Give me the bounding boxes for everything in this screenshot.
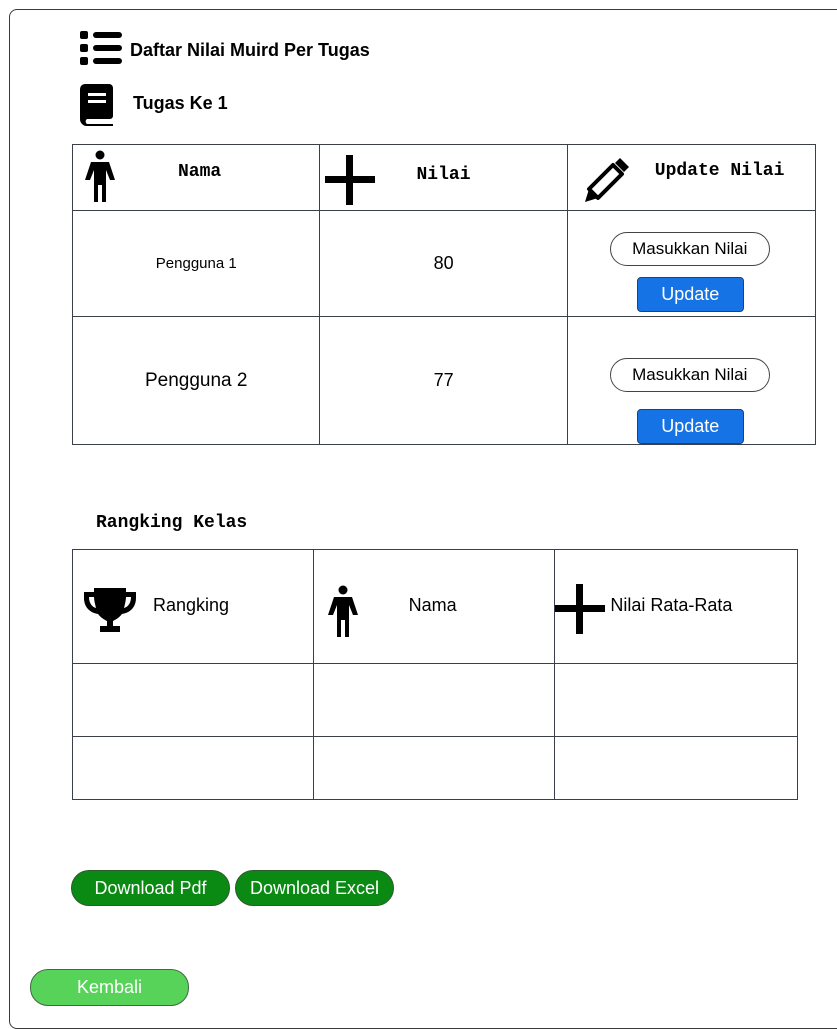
table-cell (554, 736, 798, 800)
person-icon (83, 149, 117, 210)
score-input[interactable]: Masukkan Nilai (609, 358, 770, 392)
trophy-icon (82, 588, 138, 641)
table-header-row: Nama Nilai Update Nilai (71, 144, 817, 211)
plus-icon (325, 155, 376, 210)
table-cell (72, 736, 314, 800)
row-score-cell: 77 (319, 316, 568, 445)
table-header-row: Rangking Nama Nilai Rata-Rata (72, 549, 798, 664)
row-name-cell: Pengguna 2 (71, 316, 321, 445)
table-row (72, 736, 798, 800)
download-excel-button[interactable]: Download Excel (235, 870, 394, 906)
plus-icon (555, 584, 606, 639)
row-name: Pengguna 2 (144, 369, 248, 391)
book-icon (79, 84, 115, 126)
column-header-nama: Nama (312, 549, 556, 664)
table-row: Pengguna 2 77 Masukkan Nilai Update (71, 316, 817, 445)
table-row: Pengguna 1 80 Masukkan Nilai Update (71, 210, 817, 317)
pencil-icon (584, 157, 630, 208)
update-button[interactable]: Update (636, 409, 744, 444)
row-update-cell: Masukkan Nilai Update (566, 316, 817, 445)
table-cell (72, 663, 314, 737)
row-score-cell: 80 (319, 210, 568, 317)
grades-table: Nama Nilai Update Nilai Pengguna 1 80 Ma… (71, 144, 817, 445)
row-name: Pengguna 1 (155, 255, 237, 272)
row-score: 77 (433, 370, 454, 390)
row-score: 80 (433, 253, 454, 273)
person-icon (326, 584, 360, 645)
column-header-update-nilai: Update Nilai (566, 144, 817, 211)
column-header-nama: Nama (71, 144, 321, 211)
table-row (72, 663, 798, 737)
score-input[interactable]: Masukkan Nilai (609, 232, 770, 266)
update-button[interactable]: Update (636, 277, 744, 312)
table-cell (312, 663, 556, 737)
ranking-table: Rangking Nama Nilai Rata-Rata (72, 549, 798, 800)
assignment-title: Tugas Ke 1 (133, 93, 228, 113)
row-name-cell: Pengguna 1 (71, 210, 321, 317)
back-button[interactable]: Kembali (30, 969, 189, 1006)
table-cell (554, 663, 798, 737)
column-header-nilai-rata-rata: Nilai Rata-Rata (554, 549, 798, 664)
page-title: Daftar Nilai Muird Per Tugas (130, 40, 370, 60)
column-header-nilai: Nilai (319, 144, 568, 211)
ranking-title: Rangking Kelas (96, 513, 248, 533)
table-cell (312, 736, 556, 800)
list-icon (79, 30, 123, 66)
row-update-cell: Masukkan Nilai Update (566, 210, 817, 317)
download-pdf-button[interactable]: Download Pdf (71, 870, 230, 906)
column-header-rangking: Rangking (72, 549, 314, 664)
